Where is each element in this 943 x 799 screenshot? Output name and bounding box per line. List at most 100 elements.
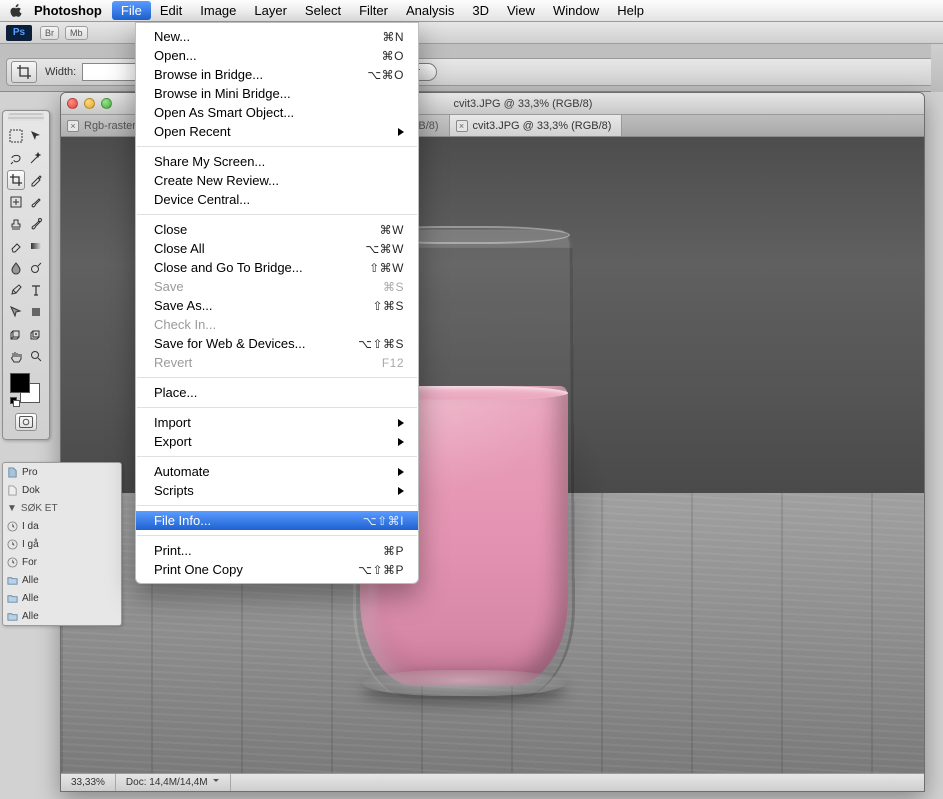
menu-item-shortcut: ⌘W <box>380 223 404 237</box>
minibridge-item[interactable]: Alle <box>3 571 121 589</box>
file-menu-item[interactable]: File Info...⌥⇧⌘I <box>136 511 418 530</box>
menu-view[interactable]: View <box>498 1 544 20</box>
file-menu-item[interactable]: Place... <box>136 383 418 402</box>
quickmask-button[interactable] <box>15 413 37 431</box>
status-zoom[interactable]: 33,33% <box>61 774 116 791</box>
crop-icon <box>9 173 23 187</box>
tool-path[interactable] <box>7 302 25 322</box>
tool-type[interactable] <box>27 280 45 300</box>
file-menu-item[interactable]: New...⌘N <box>136 27 418 46</box>
tool-gradient[interactable] <box>27 236 45 256</box>
file-menu-item[interactable]: Close All⌥⌘W <box>136 239 418 258</box>
file-menu-item[interactable]: Automate <box>136 462 418 481</box>
menu-separator <box>137 377 417 378</box>
file-menu-item[interactable]: Device Central... <box>136 190 418 209</box>
file-menu-item[interactable]: Open Recent <box>136 122 418 141</box>
tool-eraser[interactable] <box>7 236 25 256</box>
tool-3dcam[interactable] <box>27 324 45 344</box>
close-tab-icon[interactable]: × <box>456 120 468 132</box>
minibridge-item[interactable]: I da <box>3 517 121 535</box>
minibridge-item[interactable]: Pro <box>3 463 121 481</box>
menu-layer[interactable]: Layer <box>245 1 296 20</box>
minibridge-section-header: ▼ SØK ET <box>3 499 121 517</box>
minibridge-item[interactable]: I gå <box>3 535 121 553</box>
menu-item-shortcut: ⌥⌘O <box>367 68 404 82</box>
menu-select[interactable]: Select <box>296 1 350 20</box>
color-swatches <box>8 373 44 407</box>
file-menu-item[interactable]: Open As Smart Object... <box>136 103 418 122</box>
menu-filter[interactable]: Filter <box>350 1 397 20</box>
menu-file[interactable]: File <box>112 1 151 20</box>
close-window-icon[interactable] <box>67 98 78 109</box>
minibridge-panel: Pro Dok ▼ SØK ET I da I gå For Alle Alle… <box>2 462 122 626</box>
tool-stamp[interactable] <box>7 214 25 234</box>
file-menu-item[interactable]: Share My Screen... <box>136 152 418 171</box>
move-icon <box>29 129 43 143</box>
tool-blur[interactable] <box>7 258 25 278</box>
lasso-icon <box>9 151 23 165</box>
zoom-window-icon[interactable] <box>101 98 112 109</box>
minibridge-item[interactable]: Alle <box>3 607 121 625</box>
tool-pen[interactable] <box>7 280 25 300</box>
menu-item-label: Browse in Mini Bridge... <box>154 86 404 101</box>
status-docsize[interactable]: Doc: 14,4M/14,4M <box>116 774 231 791</box>
file-menu-item[interactable]: Browse in Mini Bridge... <box>136 84 418 103</box>
file-menu-item[interactable]: Close and Go To Bridge...⇧⌘W <box>136 258 418 277</box>
menu-window[interactable]: Window <box>544 1 608 20</box>
tool-lasso[interactable] <box>7 148 25 168</box>
file-menu-item: Check In... <box>136 315 418 334</box>
file-menu-item[interactable]: Export <box>136 432 418 451</box>
active-tool-crop-icon[interactable] <box>11 61 37 83</box>
window-controls <box>67 98 112 109</box>
tool-marquee[interactable] <box>7 126 25 146</box>
file-menu-item[interactable]: Save for Web & Devices...⌥⇧⌘S <box>136 334 418 353</box>
tool-dodge[interactable] <box>27 258 45 278</box>
reset-swatches-icon[interactable] <box>10 397 20 407</box>
file-menu-item[interactable]: Close⌘W <box>136 220 418 239</box>
bridge-chip[interactable]: Br <box>40 26 59 40</box>
file-menu-item[interactable]: Create New Review... <box>136 171 418 190</box>
tool-brush[interactable] <box>27 192 45 212</box>
submenu-arrow-icon <box>398 128 404 136</box>
tool-history[interactable] <box>27 214 45 234</box>
menu-item-label: Revert <box>154 355 382 370</box>
tool-crop[interactable] <box>7 170 25 190</box>
tool-eyedrop[interactable] <box>27 170 45 190</box>
menu-help[interactable]: Help <box>608 1 653 20</box>
file-menu-item[interactable]: Save As...⇧⌘S <box>136 296 418 315</box>
file-menu-item[interactable]: Print...⌘P <box>136 541 418 560</box>
file-menu-item[interactable]: Scripts <box>136 481 418 500</box>
file-menu-item[interactable]: Import <box>136 413 418 432</box>
foreground-swatch[interactable] <box>10 373 30 393</box>
minibridge-chip[interactable]: Mb <box>65 26 88 40</box>
history-icon <box>29 217 43 231</box>
menu-3d[interactable]: 3D <box>463 1 498 20</box>
menu-analysis[interactable]: Analysis <box>397 1 463 20</box>
minibridge-item[interactable]: Dok <box>3 481 121 499</box>
file-menu: New...⌘NOpen...⌘OBrowse in Bridge...⌥⌘O B… <box>135 22 419 584</box>
menu-edit[interactable]: Edit <box>151 1 191 20</box>
document-tab[interactable]: ×cvit3.JPG @ 33,3% (RGB/8) <box>450 115 623 136</box>
tool-wand[interactable] <box>27 148 45 168</box>
minibridge-item[interactable]: For <box>3 553 121 571</box>
crop-width-label: Width: <box>45 66 76 78</box>
tool-heal[interactable] <box>7 192 25 212</box>
tool-hand[interactable] <box>7 346 25 366</box>
file-menu-item[interactable]: Open...⌘O <box>136 46 418 65</box>
tool-zoom[interactable] <box>27 346 45 366</box>
minimize-window-icon[interactable] <box>84 98 95 109</box>
file-menu-item[interactable]: Browse in Bridge...⌥⌘O <box>136 65 418 84</box>
tool-move[interactable] <box>27 126 45 146</box>
tool-3d[interactable] <box>7 324 25 344</box>
toolbox-grip[interactable] <box>8 113 44 121</box>
menu-item-shortcut: ⌘P <box>383 544 404 558</box>
minibridge-item[interactable]: Alle <box>3 589 121 607</box>
hand-icon <box>9 349 23 363</box>
menu-item-label: Automate <box>154 464 392 479</box>
file-menu-item: Save⌘S <box>136 277 418 296</box>
apple-menu-icon[interactable] <box>8 3 24 19</box>
tool-shape[interactable] <box>27 302 45 322</box>
file-menu-item[interactable]: Print One Copy⌥⇧⌘P <box>136 560 418 579</box>
menu-image[interactable]: Image <box>191 1 245 20</box>
close-tab-icon[interactable]: × <box>67 120 79 132</box>
